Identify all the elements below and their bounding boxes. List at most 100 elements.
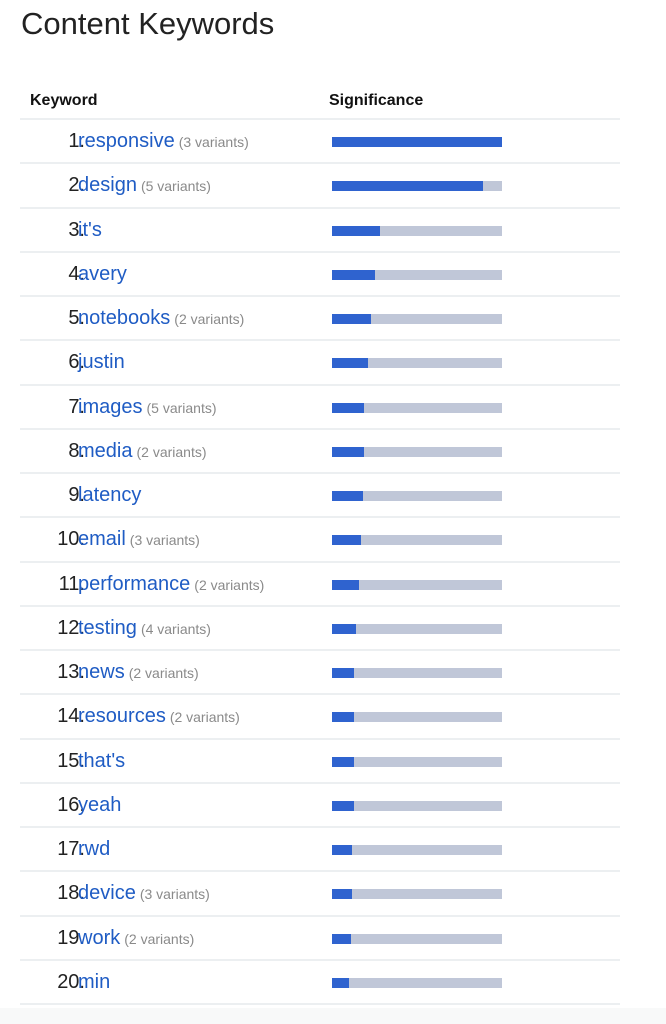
significance-bar [332,225,380,236]
keyword-cell: rwd [78,838,110,861]
significance-bar-track [332,446,502,457]
keyword-link[interactable]: images [78,396,142,418]
column-header-significance: Significance [329,92,424,109]
keyword-cell: that's [78,750,125,773]
significance-bar-track [332,623,502,634]
table-row: 10. email (3 variants) [20,518,620,563]
keyword-cell: media (2 variants) [78,440,207,463]
table-row: 6. justin [20,341,620,386]
keyword-link[interactable]: device [78,882,136,904]
variants-count: (3 variants) [129,532,200,549]
variants-count: (2 variants) [128,665,199,681]
significance-bar [332,977,349,988]
keyword-link[interactable]: work [78,927,120,949]
table-row: 20. min [20,961,620,1005]
variants-count: (3 variants) [178,134,249,150]
significance-bar-track [332,756,502,767]
keyword-link[interactable]: responsive [78,130,175,152]
significance-bar [332,933,351,944]
significance-bar-track [332,137,502,147]
table-row: 1. responsive (3 variants) [20,120,620,165]
keyword-cell: email (3 variants) [78,528,200,551]
table-row: 9. latency [20,474,620,519]
variants-count: (2 variants) [194,576,265,593]
keyword-cell: justin [78,351,125,374]
keyword-link[interactable]: that's [78,750,125,772]
keyword-cell: avery [78,263,127,286]
significance-bar-track [332,800,502,811]
keyword-link[interactable]: email [78,528,126,550]
keyword-link[interactable]: media [78,440,132,462]
significance-bar [332,491,363,501]
table-row: 2. design (5 variants) [20,164,620,209]
significance-bar [332,314,372,324]
keyword-cell: news (2 variants) [78,661,199,684]
keyword-link[interactable]: avery [78,263,127,285]
table-body: 1. responsive (3 variants) 2. design (5 varia… [20,120,620,1005]
keyword-link[interactable]: it's [78,219,102,241]
keyword-cell: device (3 variants) [78,882,210,905]
keyword-link[interactable]: justin [78,351,125,373]
table-row: 3. it's [20,209,620,253]
keyword-link[interactable]: news [78,661,125,683]
significance-bar [332,845,353,855]
keyword-cell: latency [78,484,141,507]
keyword-cell: it's [78,219,102,242]
keyword-link[interactable]: resources [78,705,166,727]
variants-count: (5 variants) [140,178,211,195]
keyword-link[interactable]: latency [78,484,141,506]
variants-count: (5 variants) [146,399,217,416]
significance-bar [332,889,353,900]
keyword-cell: notebooks (2 variants) [78,307,244,330]
keyword-cell: yeah [78,794,121,817]
page-title: Content Keywords [21,6,275,41]
significance-bar [332,756,355,767]
significance-bar-track [332,712,502,723]
significance-bar [332,668,355,678]
significance-bar-track [332,579,502,590]
variants-count: (3 variants) [139,886,210,903]
table-header: Keyword Significance [20,80,620,120]
significance-bar-track [332,845,502,855]
significance-bar-track [332,225,502,236]
keyword-cell: performance (2 variants) [78,573,264,596]
variants-count: (2 variants) [124,930,195,947]
keyword-cell: testing (4 variants) [78,617,211,640]
table-row: 7. images (5 variants) [20,386,620,430]
keyword-link[interactable]: testing [78,617,137,639]
table-row: 5. notebooks (2 variants) [20,297,620,342]
keyword-link[interactable]: rwd [78,838,110,860]
significance-bar-track [332,181,502,192]
significance-bar [332,402,365,413]
keywords-table: Keyword Significance 1. responsive (3 vari… [20,80,620,1005]
significance-bar [332,535,361,546]
keyword-link[interactable]: design [78,174,137,196]
significance-bar-track [332,358,502,369]
keyword-cell: resources (2 variants) [78,705,240,728]
significance-bar [332,358,368,369]
significance-bar [332,269,375,280]
significance-bar-track [332,668,502,678]
significance-bar-track [332,933,502,944]
significance-bar [332,800,355,811]
variants-count: (2 variants) [169,709,240,726]
table-row: 14. resources (2 variants) [20,695,620,740]
table-row: 19. work (2 variants) [20,917,620,961]
keyword-link[interactable]: min [78,971,110,993]
keyword-link[interactable]: performance [78,573,190,595]
significance-bar-track [332,535,502,546]
keyword-cell: images (5 variants) [78,396,217,419]
significance-bar-track [332,889,502,900]
significance-bar [332,579,360,590]
significance-bar-track [332,314,502,324]
keyword-cell: design (5 variants) [78,174,211,197]
table-row: 15. that's [20,740,620,784]
table-row: 16. yeah [20,784,620,828]
column-header-keyword: Keyword [30,92,98,109]
table-row: 18. device (3 variants) [20,872,620,917]
keyword-cell: responsive (3 variants) [78,130,249,153]
keyword-link[interactable]: yeah [78,794,121,816]
significance-bar-track [332,269,502,280]
variants-count: (2 variants) [174,311,245,327]
keyword-link[interactable]: notebooks [78,307,170,329]
